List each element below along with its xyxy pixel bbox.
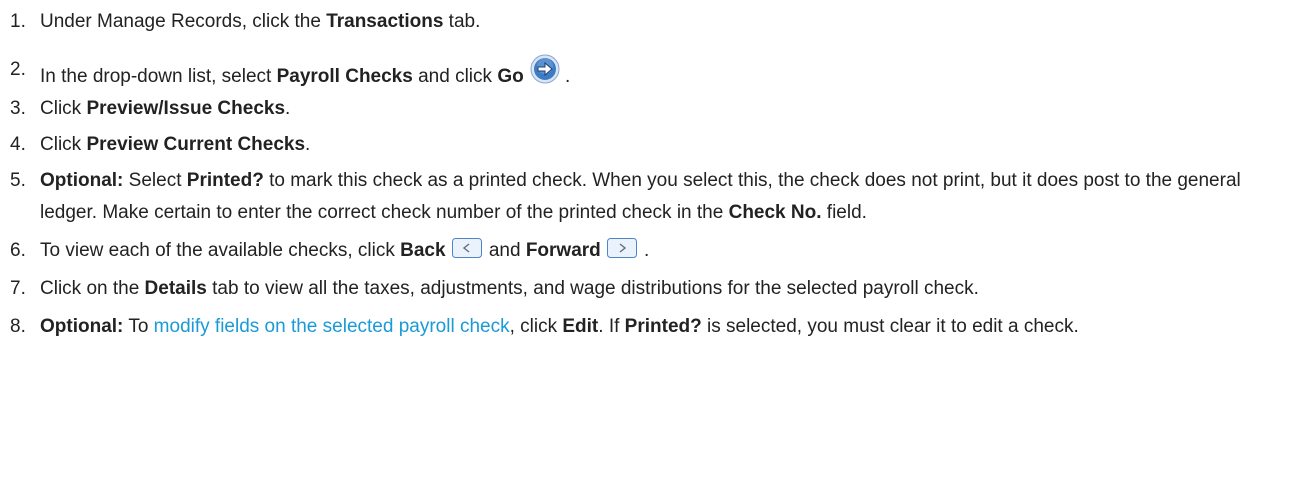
step-text: In the drop-down list, select Payroll Ch… xyxy=(40,54,1286,93)
modify-fields-link[interactable]: modify fields on the selected payroll ch… xyxy=(154,316,510,337)
step-text: Click Preview/Issue Checks. xyxy=(40,98,291,119)
check-no-label: Check No. xyxy=(728,202,822,223)
step-4: 4. Click Preview Current Checks. xyxy=(10,129,1286,161)
optional-label: Optional: xyxy=(40,170,124,191)
step-number: 4. xyxy=(10,134,26,155)
go-label: Go xyxy=(497,66,524,87)
details-label: Details xyxy=(144,278,207,299)
step-text: Under Manage Records, click the Transact… xyxy=(40,11,481,32)
transactions-label: Transactions xyxy=(326,11,444,32)
step-6: 6. To view each of the available checks,… xyxy=(10,235,1286,267)
step-text: Click Preview Current Checks. xyxy=(40,134,311,155)
preview-current-checks-label: Preview Current Checks xyxy=(86,134,306,155)
step-1: 1. Under Manage Records, click the Trans… xyxy=(10,6,1286,38)
step-text: Click on the Details tab to view all the… xyxy=(40,278,979,299)
step-number: 7. xyxy=(10,278,26,299)
step-number: 6. xyxy=(10,240,26,261)
step-text: Optional: To modify fields on the select… xyxy=(40,316,1079,337)
preview-issue-checks-label: Preview/Issue Checks xyxy=(86,98,286,119)
back-button-icon xyxy=(451,238,482,258)
step-7: 7. Click on the Details tab to view all … xyxy=(10,273,1286,305)
step-number: 1. xyxy=(10,11,26,32)
step-3: 3. Click Preview/Issue Checks. xyxy=(10,93,1286,125)
step-text: To view each of the available checks, cl… xyxy=(40,238,650,261)
step-number: 5. xyxy=(10,170,26,191)
instruction-list: 1. Under Manage Records, click the Trans… xyxy=(10,6,1286,343)
step-5: 5. Optional: Select Printed? to mark thi… xyxy=(10,165,1286,229)
edit-label: Edit xyxy=(562,316,599,337)
step-8: 8. Optional: To modify fields on the sel… xyxy=(10,311,1286,343)
step-2: 2. In the drop-down list, select Payroll… xyxy=(10,54,1286,93)
step-number: 2. xyxy=(10,59,26,80)
go-arrow-icon xyxy=(530,54,560,84)
payroll-checks-label: Payroll Checks xyxy=(276,66,413,87)
step-number: 3. xyxy=(10,98,26,119)
forward-label: Forward xyxy=(525,240,601,261)
printed-label: Printed? xyxy=(624,316,702,337)
printed-label: Printed? xyxy=(186,170,264,191)
optional-label: Optional: xyxy=(40,316,124,337)
forward-button-icon xyxy=(606,238,637,258)
step-text: Optional: Select Printed? to mark this c… xyxy=(40,170,1241,223)
back-label: Back xyxy=(400,240,446,261)
step-number: 8. xyxy=(10,316,26,337)
